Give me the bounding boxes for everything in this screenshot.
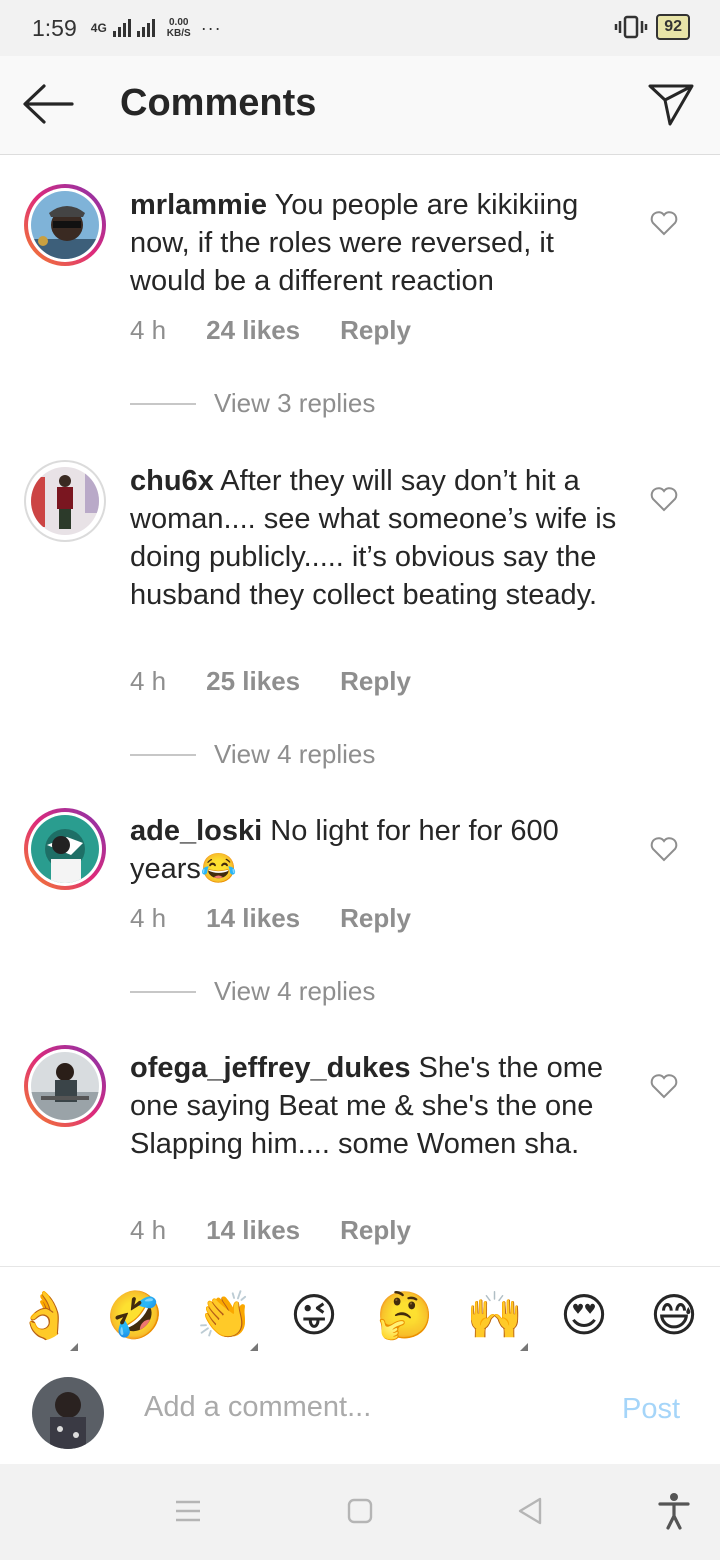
home-icon[interactable] <box>347 1498 373 1524</box>
view-replies-label: View 4 replies <box>214 739 376 769</box>
speed-unit: KB/S <box>166 28 191 39</box>
raised-hands-emoji-button[interactable]: 🙌 <box>466 1287 523 1343</box>
heart-icon[interactable] <box>650 210 678 236</box>
post-button[interactable]: Post <box>622 1393 680 1426</box>
likes-count[interactable]: 25 likes <box>206 666 300 697</box>
ok-hand-emoji-button[interactable]: 👌 <box>16 1287 73 1343</box>
sweat-smile-emoji-button[interactable]: 😅 <box>646 1287 702 1343</box>
comment-text: ofega_jeffrey_dukes She's the ome one sa… <box>130 1049 630 1163</box>
accessibility-icon[interactable] <box>658 1492 690 1530</box>
wink-tongue-emoji-button[interactable]: 😜 <box>286 1287 342 1343</box>
comment-username[interactable]: chu6x <box>130 465 214 497</box>
comment-meta: 4 h 14 likes Reply <box>130 903 451 934</box>
menu-icon[interactable] <box>174 1498 202 1524</box>
view-replies-label: View 4 replies <box>214 976 376 1006</box>
likes-count[interactable]: 14 likes <box>206 1215 300 1246</box>
thinking-emoji-button[interactable]: 🤔 <box>376 1287 433 1343</box>
heart-icon[interactable] <box>650 1073 678 1099</box>
story-ring[interactable] <box>24 1045 106 1127</box>
emoji-quick-bar: 👌 🤣 👏 😜 🤔 🙌 😍 😅 <box>0 1266 720 1364</box>
comment-time: 4 h <box>130 315 167 345</box>
view-replies-button[interactable]: View 3 replies <box>130 388 375 419</box>
comment-username[interactable]: ofega_jeffrey_dukes <box>130 1052 410 1084</box>
reply-button[interactable]: Reply <box>340 903 411 934</box>
network-speed: 0.00 KB/S <box>167 17 191 39</box>
comment-meta: 4 h 25 likes Reply <box>130 666 451 697</box>
comments-header: Comments <box>0 56 720 155</box>
page-title: Comments <box>120 82 317 124</box>
add-comment-input[interactable] <box>144 1391 604 1424</box>
view-replies-button[interactable]: View 4 replies <box>130 976 375 1007</box>
comment-text: mrlammie You people are kikikiing now, i… <box>130 186 630 300</box>
avatar-ring[interactable] <box>24 460 106 542</box>
comment-time: 4 h <box>130 1215 167 1245</box>
reply-button[interactable]: Reply <box>340 666 411 697</box>
avatar <box>31 467 99 535</box>
view-replies-button[interactable]: View 4 replies <box>130 739 375 770</box>
avatar <box>31 815 99 883</box>
skin-tone-indicator <box>520 1343 528 1351</box>
network-type: 4G <box>90 21 107 35</box>
status-time: 1:59 <box>32 14 77 41</box>
signal-indicator: 4G <box>91 19 157 37</box>
status-right: 92 <box>614 14 690 40</box>
comment-time: 4 h <box>130 903 167 933</box>
skin-tone-indicator <box>70 1343 78 1351</box>
heart-icon[interactable] <box>650 836 678 862</box>
system-nav-bar <box>0 1464 720 1560</box>
comment-input-bar: Post <box>0 1363 720 1463</box>
signal-bars-icon <box>112 19 155 37</box>
comment-text: chu6x After they will say don’t hit a wo… <box>130 462 630 614</box>
story-ring[interactable] <box>24 184 106 266</box>
rofl-emoji-button[interactable]: 🤣 <box>106 1287 163 1343</box>
divider <box>130 402 196 405</box>
heart-eyes-emoji-button[interactable]: 😍 <box>556 1287 612 1343</box>
battery-indicator: 92 <box>656 14 690 40</box>
back-arrow-icon[interactable] <box>22 82 74 126</box>
likes-count[interactable]: 14 likes <box>206 903 300 934</box>
clap-emoji-button[interactable]: 👏 <box>196 1287 253 1343</box>
comment-meta: 4 h 24 likes Reply <box>130 315 451 346</box>
reply-button[interactable]: Reply <box>340 1215 411 1246</box>
comment-meta: 4 h 14 likes Reply <box>130 1215 451 1246</box>
divider <box>130 990 196 993</box>
direct-share-icon[interactable] <box>646 78 696 128</box>
comment-username[interactable]: mrlammie <box>130 189 267 221</box>
likes-count[interactable]: 24 likes <box>206 315 300 346</box>
speed-value: 0.00 <box>169 17 189 28</box>
vibrate-icon <box>614 15 648 39</box>
skin-tone-indicator <box>250 1343 258 1351</box>
view-replies-label: View 3 replies <box>214 388 376 418</box>
status-bar: 1:59 4G 0.00 KB/S ··· 92 <box>0 0 720 56</box>
comment-text: ade_loski No light for her for 600 years… <box>130 812 630 888</box>
heart-icon[interactable] <box>650 486 678 512</box>
avatar <box>31 191 99 259</box>
current-user-avatar <box>32 1377 104 1449</box>
more-notifications-icon: ··· <box>200 17 222 38</box>
back-nav-icon[interactable] <box>516 1496 544 1526</box>
story-ring[interactable] <box>24 808 106 890</box>
comment-username[interactable]: ade_loski <box>130 815 262 847</box>
reply-button[interactable]: Reply <box>340 315 411 346</box>
divider <box>130 753 196 756</box>
avatar <box>31 1052 99 1120</box>
comment-time: 4 h <box>130 666 167 696</box>
